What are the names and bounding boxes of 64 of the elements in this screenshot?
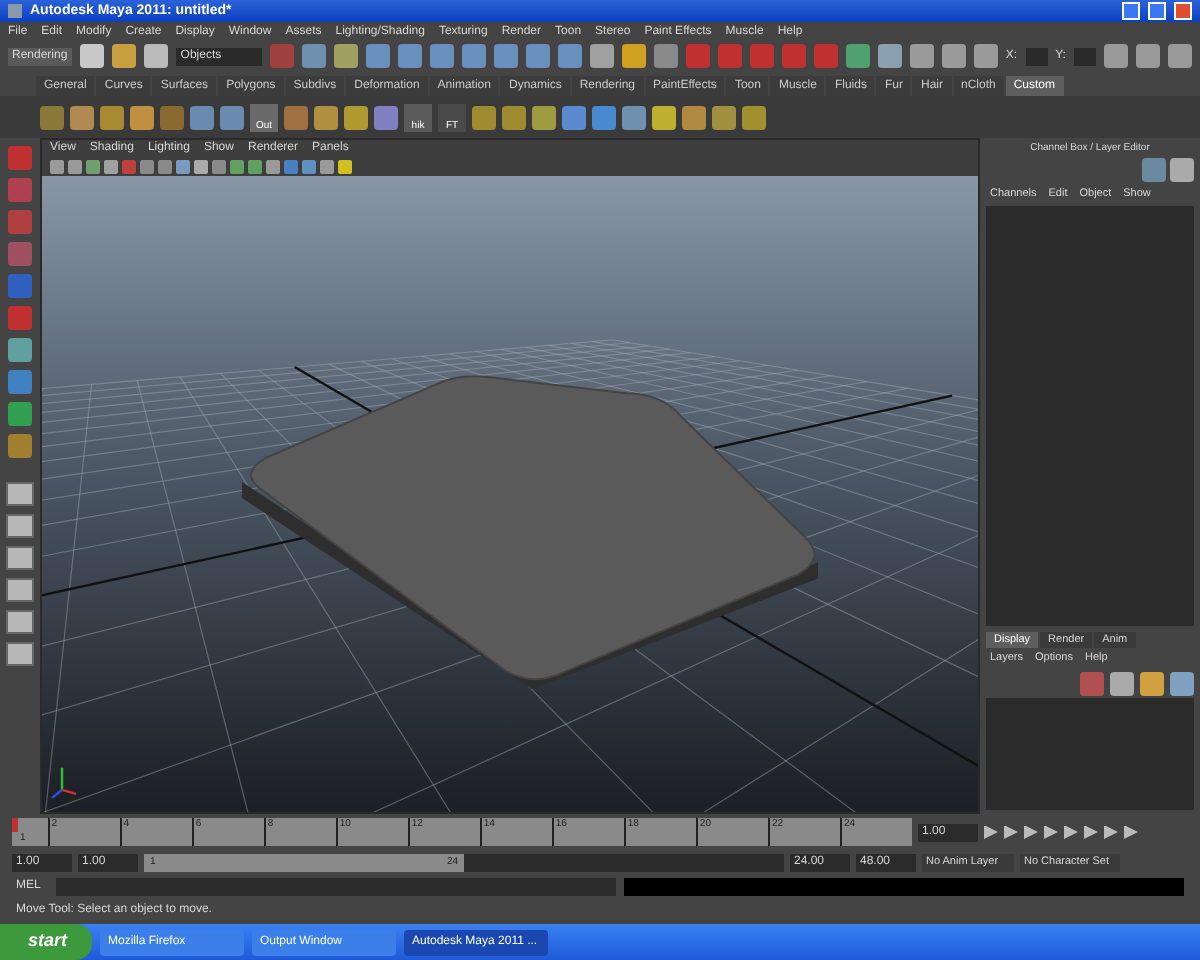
tool-icon[interactable]: [589, 44, 614, 68]
minimize-button[interactable]: [1122, 2, 1140, 20]
tool-icon[interactable]: [1103, 44, 1128, 68]
shelf-icon[interactable]: [682, 105, 706, 129]
tool-icon[interactable]: [621, 44, 646, 68]
tool-icon[interactable]: [525, 44, 550, 68]
tool-icon[interactable]: [1135, 44, 1160, 68]
shelf-icon[interactable]: [742, 105, 766, 129]
layout-button[interactable]: [6, 546, 34, 570]
layout-button[interactable]: [6, 514, 34, 538]
shelf-icon[interactable]: [190, 105, 214, 129]
tool-icon[interactable]: [941, 44, 966, 68]
shelf-icon[interactable]: [160, 105, 184, 129]
shelf-icon[interactable]: [532, 105, 556, 129]
tool-icon[interactable]: [1080, 671, 1104, 695]
tool-icon[interactable]: [973, 44, 998, 68]
tool-icon[interactable]: [653, 44, 678, 68]
shelf-icon[interactable]: [374, 105, 398, 129]
shelf-icon[interactable]: [40, 105, 64, 129]
x-field[interactable]: [1025, 47, 1048, 65]
tool-icon[interactable]: [1110, 671, 1134, 695]
folder-icon[interactable]: [112, 44, 137, 68]
tool-icon[interactable]: [557, 44, 582, 68]
shelf-icon[interactable]: [220, 105, 244, 129]
tool-icon[interactable]: [877, 44, 902, 68]
shelf-icon[interactable]: [472, 105, 496, 129]
tool-icon[interactable]: [365, 44, 390, 68]
shelf-icon[interactable]: [314, 105, 338, 129]
command-input[interactable]: [56, 877, 616, 895]
layout-button[interactable]: [6, 482, 34, 506]
tool-icon[interactable]: [429, 44, 454, 68]
shelf-icon[interactable]: [562, 105, 586, 129]
layout-button[interactable]: [6, 578, 34, 602]
tool-icon[interactable]: [1170, 671, 1194, 695]
y-field[interactable]: [1073, 47, 1096, 65]
tool-icon[interactable]: [1167, 44, 1192, 68]
tool-icon[interactable]: [1140, 671, 1164, 695]
tool-icon[interactable]: [461, 44, 486, 68]
tool-icon[interactable]: [909, 44, 934, 68]
shelf-icon[interactable]: [622, 105, 646, 129]
shelf-icon[interactable]: [652, 105, 676, 129]
start-button[interactable]: start: [0, 924, 92, 960]
tool-icon[interactable]: [493, 44, 518, 68]
maximize-button[interactable]: [1148, 2, 1166, 20]
save-icon[interactable]: [144, 44, 169, 68]
shelf-icon[interactable]: [100, 105, 124, 129]
layout-button[interactable]: [6, 610, 34, 634]
axis-gizmo-icon: [51, 767, 77, 799]
tool-icon[interactable]: [1170, 158, 1194, 182]
tool-icon[interactable]: [301, 44, 326, 68]
layout-button[interactable]: [6, 642, 34, 666]
tool-icon[interactable]: [845, 44, 870, 68]
shelf-icon[interactable]: [70, 105, 94, 129]
tool-icon[interactable]: [333, 44, 358, 68]
shelf-icon[interactable]: [712, 105, 736, 129]
close-button[interactable]: [1174, 2, 1192, 20]
shelf-icon[interactable]: [130, 105, 154, 129]
shelf-icon[interactable]: [592, 105, 616, 129]
new-scene-icon[interactable]: [80, 44, 105, 68]
app-icon: [8, 4, 22, 18]
tool-icon[interactable]: [397, 44, 422, 68]
shelf-icon[interactable]: [344, 105, 368, 129]
shelf-icon[interactable]: [502, 105, 526, 129]
shelf-icon[interactable]: [284, 105, 308, 129]
